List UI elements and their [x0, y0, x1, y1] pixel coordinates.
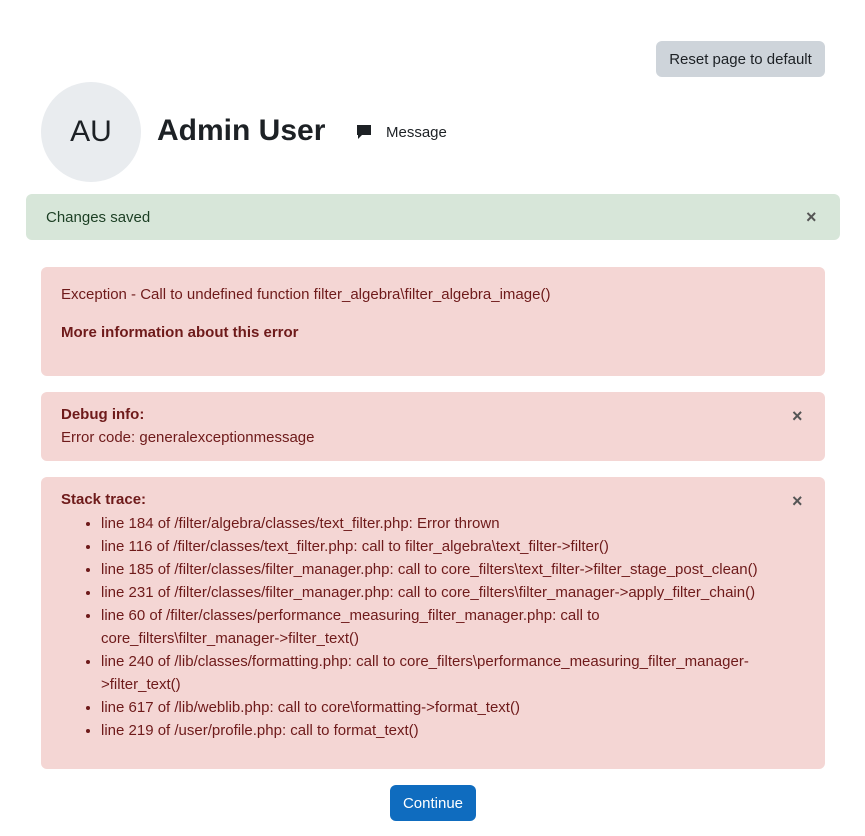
success-alert-text: Changes saved [46, 208, 151, 226]
list-item: line 219 of /user/profile.php: call to f… [101, 719, 761, 742]
list-item: line 240 of /lib/classes/formatting.php:… [101, 650, 761, 696]
message-button[interactable]: Message [356, 122, 447, 142]
error-alert: Exception - Call to undefined function f… [41, 267, 825, 376]
stack-trace-list: line 184 of /filter/algebra/classes/text… [61, 512, 761, 742]
more-info-link[interactable]: More information about this error [61, 324, 299, 341]
avatar-initials: AU [70, 115, 112, 148]
debug-title: Debug info: [61, 406, 145, 423]
continue-button[interactable]: Continue [390, 785, 476, 821]
list-item: line 116 of /filter/classes/text_filter.… [101, 535, 761, 558]
debug-info-alert: Debug info: Error code: generalexception… [41, 392, 825, 461]
message-label: Message [386, 123, 447, 141]
error-message: Exception - Call to undefined function f… [61, 286, 551, 303]
page-title: Admin User [157, 114, 326, 147]
success-alert: Changes saved × [26, 194, 840, 240]
stack-trace-title: Stack trace: [61, 491, 147, 508]
stack-trace-alert: Stack trace: × line 184 of /filter/algeb… [41, 477, 825, 769]
reset-page-button[interactable]: Reset page to default [656, 41, 825, 77]
list-item: line 184 of /filter/algebra/classes/text… [101, 512, 761, 535]
close-icon[interactable]: × [792, 492, 803, 510]
list-item: line 231 of /filter/classes/filter_manag… [101, 581, 761, 604]
list-item: line 617 of /lib/weblib.php: call to cor… [101, 696, 761, 719]
list-item: line 60 of /filter/classes/performance_m… [101, 604, 761, 650]
close-icon[interactable]: × [792, 407, 803, 425]
comment-icon [357, 125, 371, 139]
avatar: AU [41, 82, 141, 182]
list-item: line 185 of /filter/classes/filter_manag… [101, 558, 761, 581]
debug-error-code: Error code: generalexceptionmessage [61, 429, 315, 446]
close-icon[interactable]: × [806, 208, 817, 226]
